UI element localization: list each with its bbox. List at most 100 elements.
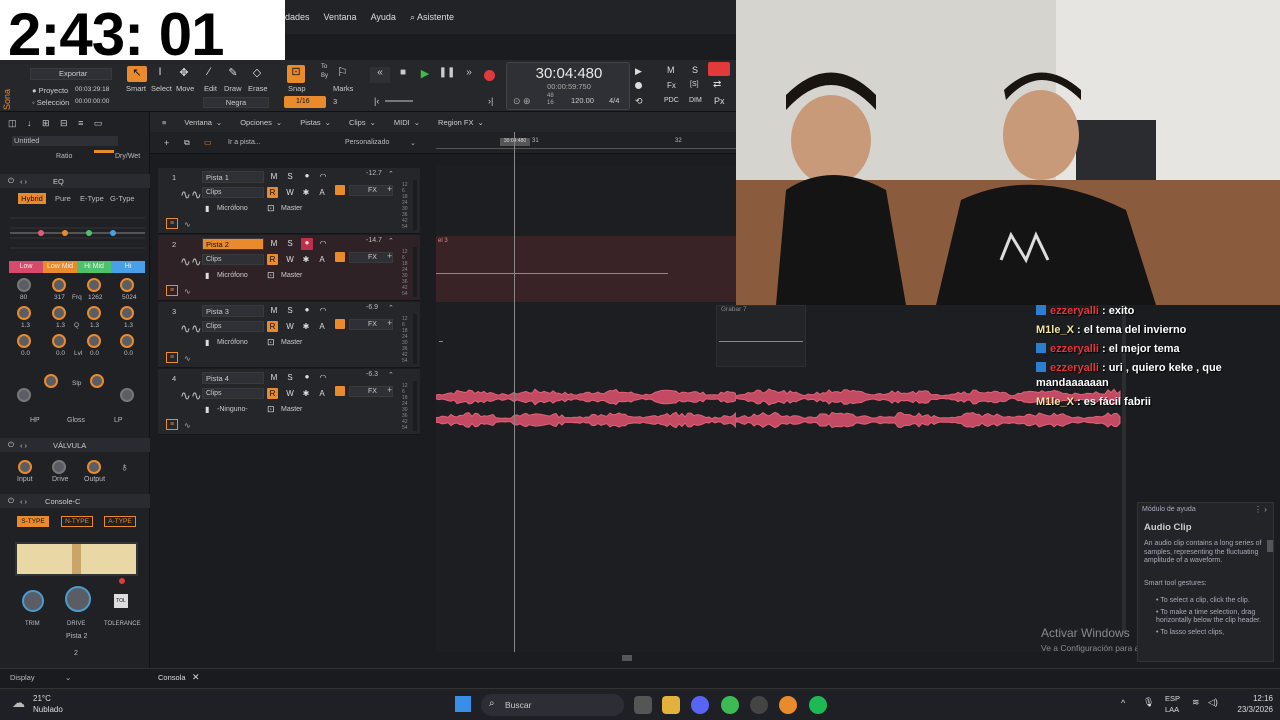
sync-icon[interactable]: ⇄ [713, 79, 721, 90]
solo-button[interactable]: S [285, 373, 295, 383]
fx-power-icon[interactable] [335, 185, 345, 195]
collapse-icon[interactable]: ⌃ [388, 371, 394, 379]
pause-button[interactable]: ❚❚ [438, 67, 456, 83]
monitor-icon[interactable]: ◠ [318, 373, 328, 383]
font-style-dropdown[interactable]: Negra [203, 97, 269, 108]
track-gain[interactable]: -12.7 [366, 170, 382, 177]
track-menu-midi[interactable]: MIDI [394, 118, 410, 127]
track-menu-ventana[interactable]: Ventana [184, 118, 212, 127]
knob-slope-mid1[interactable] [44, 374, 58, 388]
monitor-icon[interactable]: ◠ [318, 172, 328, 182]
timeline-area[interactable]: el 3 [435, 132, 737, 652]
add-fx-icon[interactable]: + [387, 385, 392, 395]
solo-button[interactable]: S [285, 239, 295, 249]
add-track-icon[interactable]: + [164, 138, 169, 148]
filter-gloss[interactable]: Gloss [67, 417, 85, 424]
track-header-4[interactable]: 4 Pista 4 M S ● ◠ -6.3 ⌃ ∿∿ Clips R W ✱ … [158, 369, 420, 435]
knob-q-low[interactable] [17, 306, 31, 320]
fx-button[interactable]: Fx [667, 81, 676, 90]
eq-mode-pure[interactable]: Pure [55, 194, 71, 203]
clips-dropdown[interactable]: Clips [202, 187, 264, 198]
console-atype[interactable]: A-TYPE [104, 516, 136, 527]
loop-icon[interactable]: ⟲ [635, 96, 643, 107]
record-arm-icon[interactable]: ● [301, 171, 313, 183]
eq-nav-icon[interactable]: ‹ › [20, 177, 27, 186]
output-dropdown[interactable]: Master [278, 204, 328, 215]
fx-power-icon[interactable] [335, 319, 345, 329]
dim-button[interactable]: DIM [689, 97, 702, 104]
write-button[interactable]: W [285, 255, 295, 265]
collapse-icon[interactable]: ⌃ [388, 304, 394, 312]
mute-button[interactable]: M [269, 306, 279, 316]
record-arm-icon[interactable]: ● [301, 238, 313, 250]
goto-track-field[interactable]: Ir a pista... [228, 139, 261, 146]
band-lowmid[interactable]: Low Mid [43, 261, 77, 273]
track-menu-pistas[interactable]: Pistas [300, 118, 320, 127]
track3-clip[interactable]: Grabar 7 [716, 305, 806, 367]
track-name[interactable]: Pista 4 [202, 372, 264, 384]
valve-power-icon[interactable]: ⏻ [8, 440, 14, 450]
arm-button[interactable]: A [317, 188, 327, 198]
track-menu-opciones[interactable]: Opciones [240, 118, 272, 127]
ratio-slider[interactable] [94, 150, 114, 153]
eq-curve-graph[interactable] [10, 208, 145, 258]
track-name[interactable]: Pista 1 [202, 171, 264, 183]
input-dropdown[interactable]: Micrófono [214, 338, 264, 349]
clips-dropdown[interactable]: Clips [202, 321, 264, 332]
automation-lane-icon[interactable]: ∿ [184, 220, 191, 229]
tolerance-button[interactable]: TOL [114, 594, 128, 608]
eq-mode-etype[interactable]: E-Type [80, 194, 104, 203]
rewind-button[interactable]: « [370, 67, 390, 83]
time-signature[interactable]: 4/4 [609, 96, 619, 105]
play-button[interactable]: ▶ [416, 67, 434, 83]
filter-lp[interactable]: LP [114, 417, 123, 424]
track-menu-regionfx[interactable]: Region FX [438, 118, 473, 127]
project-name-field[interactable]: Untitled [12, 136, 118, 146]
knob-drive[interactable] [52, 460, 66, 474]
menu-item-ventanas[interactable]: dades [285, 12, 310, 22]
knob-q-hi[interactable] [120, 306, 134, 320]
record-arm-icon[interactable]: ● [301, 305, 313, 317]
knob-trim[interactable] [22, 590, 44, 612]
export-button[interactable]: Exportar [30, 68, 112, 80]
help-scrollbar[interactable] [1267, 540, 1273, 552]
automation-lane-icon[interactable]: ∿ [184, 354, 191, 363]
help-menu-icon[interactable]: ⋮ › [1254, 505, 1267, 514]
volume-icon[interactable]: ◁) [1208, 697, 1218, 708]
loop-end-icon[interactable]: ›| [488, 96, 493, 106]
console-power-icon[interactable]: ⏻ [8, 496, 14, 506]
read-button[interactable]: R [267, 187, 278, 198]
task-view-icon[interactable] [634, 696, 652, 714]
inspector-tab-icons[interactable]: ◫ ↓ ⊞ ⊟ ≡ ▭ [8, 118, 106, 129]
smart-tool-icon[interactable]: ↖ [127, 66, 147, 82]
read-button[interactable]: R [267, 321, 278, 332]
track-lane-icon[interactable]: ≡ [166, 285, 178, 296]
knob-lvl-himid[interactable] [87, 334, 101, 348]
automation-icon[interactable]: ✱ [301, 188, 311, 198]
monitor-icon[interactable]: ◠ [318, 306, 328, 316]
track-header-2[interactable]: 2 Pista 2 M S ● ◠ -14.7 ⌃ ∿∿ Clips R W ✱… [158, 235, 420, 301]
scrub-slider[interactable] [385, 100, 413, 102]
folder-icon[interactable]: ▭ [204, 138, 212, 147]
snap-value-dropdown[interactable]: 1/16 [284, 96, 326, 108]
bpm-value[interactable]: 120.00 [571, 96, 594, 105]
dot-icon[interactable] [635, 82, 642, 89]
master-mute-button[interactable]: M [667, 65, 675, 75]
horizontal-scroll[interactable] [436, 652, 726, 664]
knob-q-himid[interactable] [87, 306, 101, 320]
track-gain[interactable]: -6.9 [366, 304, 378, 311]
px-button[interactable]: Px [714, 96, 725, 106]
track-menu-icon[interactable]: ≡ [162, 118, 166, 127]
windows-start-icon[interactable] [455, 696, 471, 712]
close-icon[interactable]: ✕ [192, 672, 200, 683]
pdc-button[interactable]: PDC [664, 97, 679, 104]
band-low[interactable]: Low [9, 261, 43, 273]
knob-lvl-low[interactable] [17, 334, 31, 348]
knob-input[interactable] [18, 460, 32, 474]
fast-forward-button[interactable]: » [460, 67, 478, 83]
stop-button[interactable]: ■ [394, 67, 412, 83]
console-ntype[interactable]: N-TYPE [61, 516, 93, 527]
console-tab[interactable]: Consola [158, 673, 186, 682]
console-nav-icon[interactable]: ‹ › [20, 497, 27, 506]
input-dropdown[interactable]: Micrófono [214, 271, 264, 282]
